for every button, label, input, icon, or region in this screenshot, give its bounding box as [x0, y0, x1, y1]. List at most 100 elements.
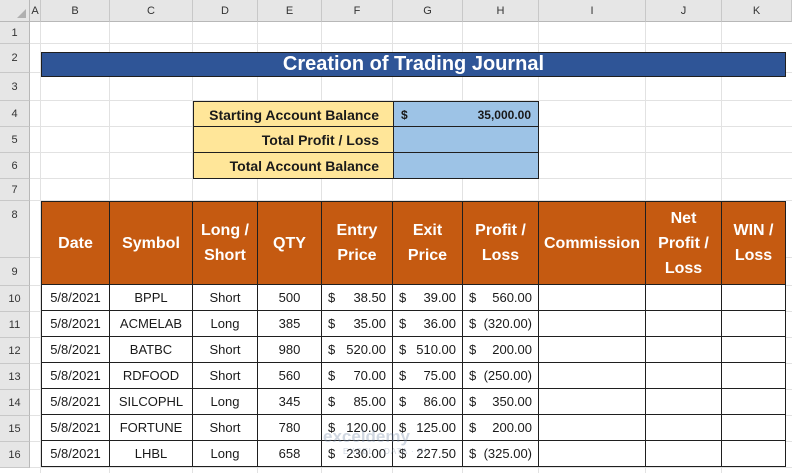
cell-pl[interactable]: $560.00	[462, 284, 539, 311]
column-header-k[interactable]: K	[722, 0, 792, 22]
row-header-1[interactable]: 1	[0, 22, 30, 44]
cell-date[interactable]: 5/8/2021	[41, 336, 110, 363]
row-header-8[interactable]: 8	[0, 201, 30, 258]
cell-winloss[interactable]	[721, 440, 786, 467]
cell-pl[interactable]: $ (325.00)	[462, 440, 539, 467]
cell-commission[interactable]	[538, 310, 646, 337]
row-header-16[interactable]: 16	[0, 442, 30, 468]
cell-pl[interactable]: $200.00	[462, 336, 539, 363]
cell-entry[interactable]: $70.00	[321, 362, 393, 389]
cell-side[interactable]: Short	[192, 414, 258, 441]
cell-qty[interactable]: 980	[257, 336, 322, 363]
cell-qty[interactable]: 560	[257, 362, 322, 389]
cell-net[interactable]	[645, 362, 722, 389]
cell-side[interactable]: Short	[192, 336, 258, 363]
cell-side[interactable]: Long	[192, 388, 258, 415]
row-header-10[interactable]: 10	[0, 286, 30, 312]
starting-balance-value[interactable]: $35,000.00	[393, 101, 539, 128]
column-header-e[interactable]: E	[258, 0, 322, 22]
cell-winloss[interactable]	[721, 414, 786, 441]
cell-date[interactable]: 5/8/2021	[41, 414, 110, 441]
cell-qty[interactable]: 780	[257, 414, 322, 441]
cell-date[interactable]: 5/8/2021	[41, 362, 110, 389]
cell-symbol[interactable]: FORTUNE	[109, 414, 193, 441]
row-header-15[interactable]: 15	[0, 416, 30, 442]
total-account-balance-value[interactable]	[393, 152, 539, 179]
column-header-c[interactable]: C	[110, 0, 193, 22]
cell-symbol[interactable]: BATBC	[109, 336, 193, 363]
cell-qty[interactable]: 658	[257, 440, 322, 467]
cell-pl[interactable]: $ (320.00)	[462, 310, 539, 337]
row-header-5[interactable]: 5	[0, 127, 30, 153]
cell-symbol[interactable]: ACMELAB	[109, 310, 193, 337]
cell-qty[interactable]: 500	[257, 284, 322, 311]
row-header-9[interactable]: 9	[0, 258, 30, 286]
cell-commission[interactable]	[538, 414, 646, 441]
cell-exit[interactable]: $36.00	[392, 310, 463, 337]
cell-qty[interactable]: 345	[257, 388, 322, 415]
cell-amount: 200.00	[492, 420, 532, 435]
cell-side[interactable]: Long	[192, 440, 258, 467]
cell-exit[interactable]: $86.00	[392, 388, 463, 415]
cell-pl[interactable]: $ (250.00)	[462, 362, 539, 389]
currency-symbol: $	[469, 420, 477, 435]
row-header-13[interactable]: 13	[0, 364, 30, 390]
row-header-14[interactable]: 14	[0, 390, 30, 416]
column-header-a[interactable]: A	[30, 0, 41, 22]
cell-side[interactable]: Short	[192, 284, 258, 311]
select-all-corner[interactable]	[0, 0, 30, 22]
cell-date[interactable]: 5/8/2021	[41, 440, 110, 467]
column-header-b[interactable]: B	[41, 0, 110, 22]
cell-pl[interactable]: $350.00	[462, 388, 539, 415]
cell-commission[interactable]	[538, 362, 646, 389]
cell-pl[interactable]: $200.00	[462, 414, 539, 441]
cell-exit[interactable]: $510.00	[392, 336, 463, 363]
cell-date[interactable]: 5/8/2021	[41, 310, 110, 337]
column-header-g[interactable]: G	[393, 0, 463, 22]
cell-winloss[interactable]	[721, 284, 786, 311]
cell-net[interactable]	[645, 310, 722, 337]
cell-commission[interactable]	[538, 388, 646, 415]
cell-date[interactable]: 5/8/2021	[41, 388, 110, 415]
cell-net[interactable]	[645, 414, 722, 441]
cell-date[interactable]: 5/8/2021	[41, 284, 110, 311]
cell-exit[interactable]: $75.00	[392, 362, 463, 389]
cell-net[interactable]	[645, 388, 722, 415]
row-header-3[interactable]: 3	[0, 73, 30, 101]
cell-net[interactable]	[645, 440, 722, 467]
cell-winloss[interactable]	[721, 388, 786, 415]
row-header-12[interactable]: 12	[0, 338, 30, 364]
cell-side[interactable]: Short	[192, 362, 258, 389]
column-header-f[interactable]: F	[322, 0, 393, 22]
row-header-2[interactable]: 2	[0, 44, 30, 73]
cell-entry[interactable]: $38.50	[321, 284, 393, 311]
cell-symbol[interactable]: SILCOPHL	[109, 388, 193, 415]
cell-winloss[interactable]	[721, 336, 786, 363]
cell-net[interactable]	[645, 336, 722, 363]
cell-net[interactable]	[645, 284, 722, 311]
cell-commission[interactable]	[538, 440, 646, 467]
cell-commission[interactable]	[538, 284, 646, 311]
row-header-4[interactable]: 4	[0, 101, 30, 127]
cell-qty[interactable]: 385	[257, 310, 322, 337]
cell-entry[interactable]: $520.00	[321, 336, 393, 363]
cell-symbol[interactable]: LHBL	[109, 440, 193, 467]
cell-winloss[interactable]	[721, 362, 786, 389]
row-header-11[interactable]: 11	[0, 312, 30, 338]
cell-symbol[interactable]: BPPL	[109, 284, 193, 311]
cell-winloss[interactable]	[721, 310, 786, 337]
cell-entry[interactable]: $35.00	[321, 310, 393, 337]
column-header-j[interactable]: J	[646, 0, 722, 22]
row-header-7[interactable]: 7	[0, 179, 30, 201]
cell-exit[interactable]: $39.00	[392, 284, 463, 311]
column-header-h[interactable]: H	[463, 0, 539, 22]
column-header-i[interactable]: I	[539, 0, 646, 22]
cell-entry[interactable]: $85.00	[321, 388, 393, 415]
cell-commission[interactable]	[538, 336, 646, 363]
row-header-6[interactable]: 6	[0, 153, 30, 179]
column-header-d[interactable]: D	[193, 0, 258, 22]
total-profit-loss-value[interactable]	[393, 126, 539, 153]
cell-symbol[interactable]: RDFOOD	[109, 362, 193, 389]
currency-wrap: $560.00	[463, 290, 538, 305]
cell-side[interactable]: Long	[192, 310, 258, 337]
